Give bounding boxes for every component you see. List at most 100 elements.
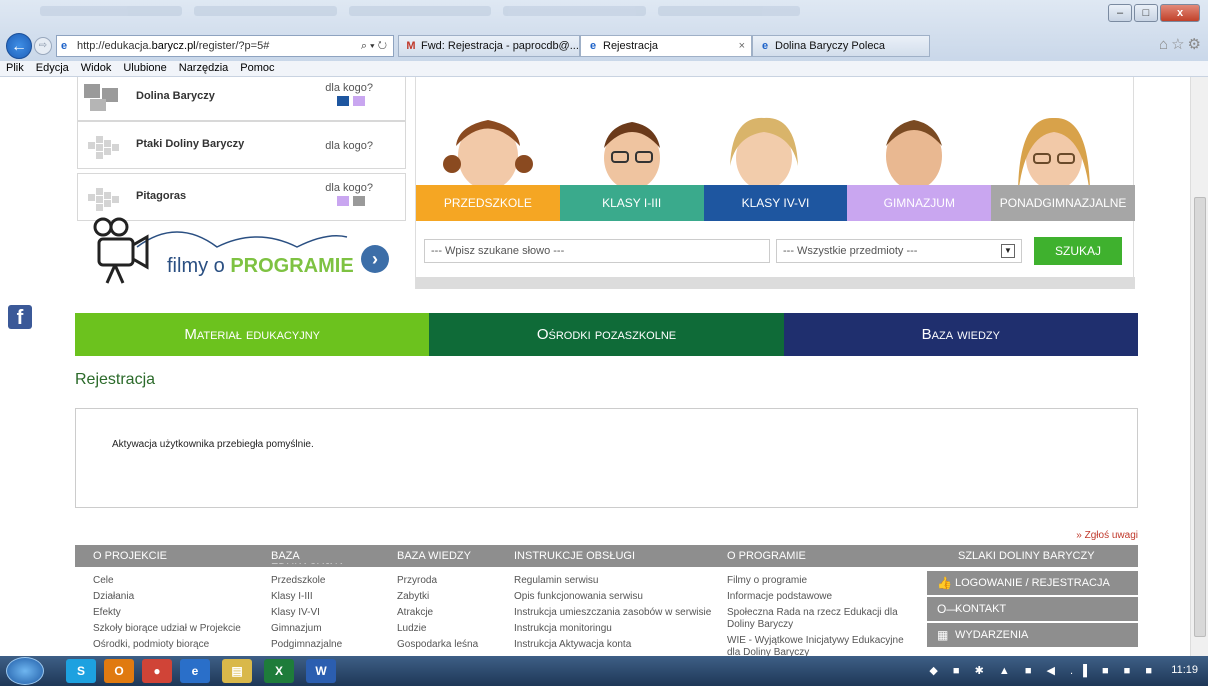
nav-material-edukacyjny[interactable]: Materiał edukacyjny	[75, 313, 430, 356]
events-button[interactable]: ▦ WYDARZENIA	[927, 623, 1138, 647]
footer-link[interactable]: Instrukcja monitoringu	[514, 623, 714, 635]
audience-link[interactable]: dla kogo?	[325, 182, 373, 194]
forward-button[interactable]: ⇨	[34, 37, 52, 55]
footer-link[interactable]: Zabytki	[397, 591, 497, 603]
footer-heading[interactable]: SZLAKI DOLINY BARYCZY	[958, 550, 1095, 562]
chevron-down-icon[interactable]: ▼	[1001, 244, 1015, 258]
url-domain: barycz.pl	[151, 40, 196, 52]
facebook-icon[interactable]: f	[8, 305, 32, 329]
chrome-icon[interactable]: ●	[142, 659, 172, 683]
site-icon: e	[589, 40, 597, 52]
category-gimnazjum[interactable]: GIMNAZJUM	[847, 185, 992, 221]
address-bar[interactable]: e http://edukacja.barycz.pl/register/?p=…	[56, 35, 394, 57]
footer-link[interactable]: Cele	[93, 575, 243, 587]
footer-link[interactable]: Podgimnazjalne	[271, 639, 381, 651]
footer-link[interactable]: Przyroda	[397, 575, 497, 587]
footer-link[interactable]: Działania	[93, 591, 243, 603]
ghost-tab[interactable]	[348, 6, 492, 16]
address-tools[interactable]: ⌕ ▾ ↻	[361, 36, 387, 56]
login-register-button[interactable]: 👍 LOGOWANIE / REJESTRACJA	[927, 571, 1138, 595]
tab-dolina[interactable]: e Dolina Baryczy Poleca	[752, 35, 930, 57]
footer-link[interactable]: Ośrodki, podmioty biorące	[93, 639, 243, 651]
site-icon: e	[61, 40, 68, 52]
search-input[interactable]: --- Wpisz szukane słowo ---	[424, 239, 770, 263]
ghost-tab[interactable]	[503, 6, 646, 16]
explorer-icon[interactable]: ▤	[222, 659, 252, 683]
footer-column-baza-wiedzy: Przyroda Zabytki Atrakcje Ludzie Gospoda…	[397, 575, 497, 655]
start-button[interactable]	[6, 657, 44, 685]
window-controls: – □ x	[1108, 4, 1200, 22]
footer-link[interactable]: Atrakcje	[397, 607, 497, 619]
back-button[interactable]: ←	[6, 33, 32, 59]
footer-heading[interactable]: O PROJEKCIE	[93, 550, 167, 562]
program-card[interactable]: Ptaki Doliny Baryczy dla kogo?	[77, 121, 406, 169]
footer-link[interactable]: Ludzie	[397, 623, 497, 635]
close-button[interactable]: x	[1160, 4, 1200, 22]
office-icon[interactable]: O	[104, 659, 134, 683]
close-icon[interactable]: ×	[739, 36, 745, 56]
audience-link[interactable]: dla kogo?	[325, 140, 373, 152]
footer-link[interactable]: Klasy I-III	[271, 591, 381, 603]
films-prefix: filmy o	[167, 255, 231, 277]
footer-heading[interactable]: O PROGRAMIE	[727, 550, 806, 562]
menu-item[interactable]: Widok	[75, 61, 118, 76]
feedback-link[interactable]: » Zgłoś uwagi	[1076, 530, 1138, 541]
audience-link[interactable]: dla kogo?	[325, 82, 373, 94]
footer-link[interactable]: Gimnazjum	[271, 623, 381, 635]
footer-link[interactable]: Klasy IV-VI	[271, 607, 381, 619]
footer-heading[interactable]: INSTRUKCJE OBSŁUGI	[514, 550, 635, 562]
menu-item[interactable]: Edycja	[30, 61, 75, 76]
tab-gmail[interactable]: M Fwd: Rejestracja - paprocdb@...	[398, 35, 580, 57]
footer-link[interactable]: Opis funkcjonowania serwisu	[514, 591, 714, 603]
footer-link[interactable]: Regulamin serwisu	[514, 575, 714, 587]
footer-link[interactable]: Filmy o programie	[727, 575, 917, 587]
vertical-scrollbar[interactable]	[1190, 77, 1208, 656]
footer-link[interactable]: Efekty	[93, 607, 243, 619]
films-banner[interactable]: filmy o PROGRAMIE ›	[77, 217, 406, 289]
word-icon[interactable]: W	[306, 659, 336, 683]
footer-link[interactable]: Przedszkole	[271, 575, 381, 587]
footer-link[interactable]: Instrukcja Aktywacja konta	[514, 639, 714, 651]
search-button[interactable]: SZUKAJ	[1034, 237, 1122, 265]
footer-link[interactable]: Instrukcja umieszczania zasobów w serwis…	[514, 607, 714, 619]
footer-heading[interactable]: BAZA EDUKACYJNA	[271, 550, 371, 564]
footer-link[interactable]: Gospodarka leśna	[397, 639, 497, 651]
contact-button[interactable]: O— KONTAKT	[927, 597, 1138, 621]
footer-link[interactable]: Szkoły biorące udział w Projekcie	[93, 623, 243, 635]
footer-link[interactable]: Informacje podstawowe	[727, 591, 917, 603]
maximize-button[interactable]: □	[1134, 4, 1158, 22]
footer-link[interactable]: Społeczna Rada na rzecz Edukacji dla Dol…	[727, 607, 917, 631]
clock[interactable]: 11:19	[1171, 664, 1198, 676]
menu-item[interactable]: Plik	[0, 61, 30, 76]
subject-select[interactable]: --- Wszystkie przedmioty --- ▼	[776, 239, 1022, 263]
category-klasy-1-3[interactable]: KLASY I-III	[559, 185, 704, 221]
footer-heading[interactable]: BAZA WIEDZY	[397, 550, 471, 562]
category-klasy-4-6[interactable]: KLASY IV-VI	[703, 185, 848, 221]
program-card[interactable]: Dolina Baryczy dla kogo?	[77, 77, 406, 121]
skype-icon[interactable]: S	[66, 659, 96, 683]
chevron-right-icon[interactable]: ›	[361, 245, 389, 273]
ie-icon[interactable]: e	[180, 659, 210, 683]
system-tray[interactable]: ◆ ■ ✱ ▲ ■ ◀ .▐ ■ ■ ■	[929, 664, 1158, 677]
scrollbar-thumb[interactable]	[1194, 197, 1206, 637]
tab-rejestracja[interactable]: e Rejestracja ×	[580, 35, 752, 57]
ghost-tab[interactable]	[657, 6, 801, 16]
excel-icon[interactable]: X	[264, 659, 294, 683]
minimize-button[interactable]: –	[1108, 4, 1132, 22]
footer-header: O PROJEKCIE BAZA EDUKACYJNA BAZA WIEDZY …	[75, 545, 1138, 567]
program-card[interactable]: Pitagoras dla kogo?	[77, 173, 406, 221]
ie-icon: e	[761, 40, 769, 52]
category-przedszkole[interactable]: PRZEDSZKOLE	[416, 185, 560, 221]
category-ponadgimnazjalne[interactable]: PONADGIMNAZJALNE	[991, 185, 1135, 221]
menu-item[interactable]: Pomoc	[234, 61, 280, 76]
page-title: Rejestracja	[75, 371, 156, 388]
browser-tools[interactable]: ⌂☆⚙	[1159, 35, 1204, 53]
ghost-tab[interactable]	[40, 6, 183, 16]
ghost-tab[interactable]	[194, 6, 337, 16]
menu-item[interactable]: Ulubione	[117, 61, 172, 76]
program-name: Dolina Baryczy	[136, 90, 215, 102]
nav-osrodki-pozaszkolne[interactable]: Ośrodki pozaszkolne	[429, 313, 784, 356]
footer-link[interactable]: WIE - Wyjątkowe Inicjatywy Edukacyjne dl…	[727, 635, 917, 656]
menu-item[interactable]: Narzędzia	[173, 61, 235, 76]
nav-baza-wiedzy[interactable]: Baza wiedzy	[783, 313, 1138, 356]
